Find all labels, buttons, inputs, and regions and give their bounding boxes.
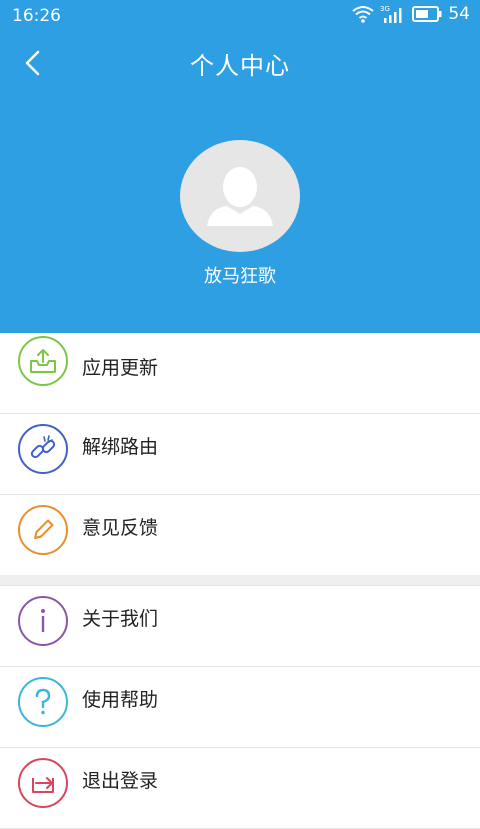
pencil-icon bbox=[18, 505, 68, 555]
network-type-label: 3G bbox=[380, 5, 390, 13]
profile-header: 16:26 3G 54 个人中心 放马狂歌 bbox=[0, 0, 480, 333]
status-bar: 16:26 3G 54 bbox=[0, 0, 480, 32]
menu-item-label: 退出登录 bbox=[82, 770, 159, 792]
battery-icon bbox=[412, 6, 442, 22]
page-title: 个人中心 bbox=[190, 52, 290, 80]
status-time: 16:26 bbox=[12, 6, 61, 26]
username: 放马狂歌 bbox=[204, 266, 276, 287]
wifi-icon bbox=[352, 5, 374, 23]
question-icon bbox=[18, 677, 68, 727]
title-bar: 个人中心 bbox=[0, 32, 480, 94]
logout-icon bbox=[18, 758, 68, 808]
avatar[interactable] bbox=[180, 140, 300, 252]
menu-item-logout[interactable]: 退出登录 bbox=[0, 748, 480, 829]
info-icon bbox=[18, 596, 68, 646]
status-icons: 3G 54 bbox=[352, 4, 470, 24]
menu-item-unbind-router[interactable]: 解绑路由 bbox=[0, 414, 480, 495]
menu-item-label: 使用帮助 bbox=[82, 689, 159, 711]
upload-tray-icon bbox=[18, 336, 68, 386]
menu-item-app-update[interactable]: 应用更新 bbox=[0, 333, 480, 414]
menu-item-label: 应用更新 bbox=[82, 357, 159, 379]
user-silhouette-icon bbox=[207, 167, 273, 226]
menu-item-label: 解绑路由 bbox=[82, 436, 159, 458]
menu-item-feedback[interactable]: 意见反馈 bbox=[0, 495, 480, 575]
broken-link-icon bbox=[18, 424, 68, 474]
settings-menu: 应用更新 解绑路由 意见反馈 关于我们 使用帮助 退出登录 bbox=[0, 333, 480, 829]
menu-item-help[interactable]: 使用帮助 bbox=[0, 667, 480, 748]
signal-icon: 3G bbox=[380, 4, 406, 24]
battery-level: 54 bbox=[448, 4, 470, 24]
menu-item-label: 关于我们 bbox=[82, 608, 159, 630]
menu-item-about-us[interactable]: 关于我们 bbox=[0, 586, 480, 667]
menu-item-label: 意见反馈 bbox=[82, 517, 159, 539]
section-divider bbox=[0, 575, 480, 586]
